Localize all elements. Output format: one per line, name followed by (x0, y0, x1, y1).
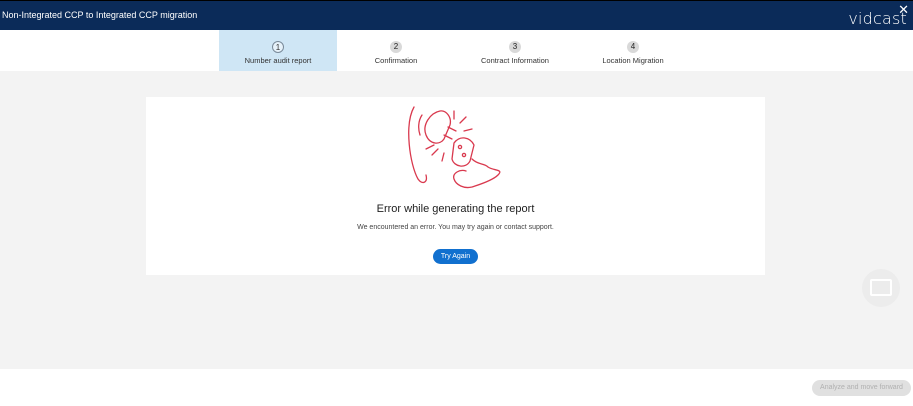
footer-bar: Analyze and move forward (0, 369, 913, 406)
page-title: Non-Integrated CCP to Integrated CCP mig… (2, 10, 198, 20)
step-number-badge: 3 (509, 41, 521, 53)
step-confirmation[interactable]: 2 Confirmation (337, 30, 455, 71)
step-number-badge: 1 (272, 41, 284, 53)
step-number-audit-report[interactable]: 1 Number audit report (219, 30, 337, 71)
step-number-badge: 4 (627, 41, 639, 53)
step-location-migration[interactable]: 4 Location Migration (574, 30, 692, 71)
migration-stepper: 1 Number audit report 2 Confirmation 3 C… (0, 30, 913, 71)
step-label: Contract Information (481, 56, 549, 65)
error-title: Error while generating the report (376, 203, 535, 215)
try-again-button[interactable]: Try Again (433, 249, 478, 264)
analyze-and-move-forward-button[interactable]: Analyze and move forward (812, 380, 911, 396)
floating-video-widget[interactable] (862, 269, 900, 307)
step-label: Number audit report (244, 56, 312, 65)
error-card: Error while generating the report We enc… (146, 97, 765, 275)
error-message: We encountered an error. You may try aga… (357, 224, 554, 231)
close-icon[interactable]: ✕ (898, 3, 909, 16)
step-contract-information[interactable]: 3 Contract Information (456, 30, 574, 71)
app-header: Non-Integrated CCP to Integrated CCP mig… (0, 0, 913, 30)
step-number-badge: 2 (390, 41, 402, 53)
video-message-icon (870, 279, 892, 296)
step-label: Confirmation (374, 56, 418, 65)
unplugged-cable-icon (408, 106, 501, 189)
step-label: Location Migration (602, 56, 664, 65)
